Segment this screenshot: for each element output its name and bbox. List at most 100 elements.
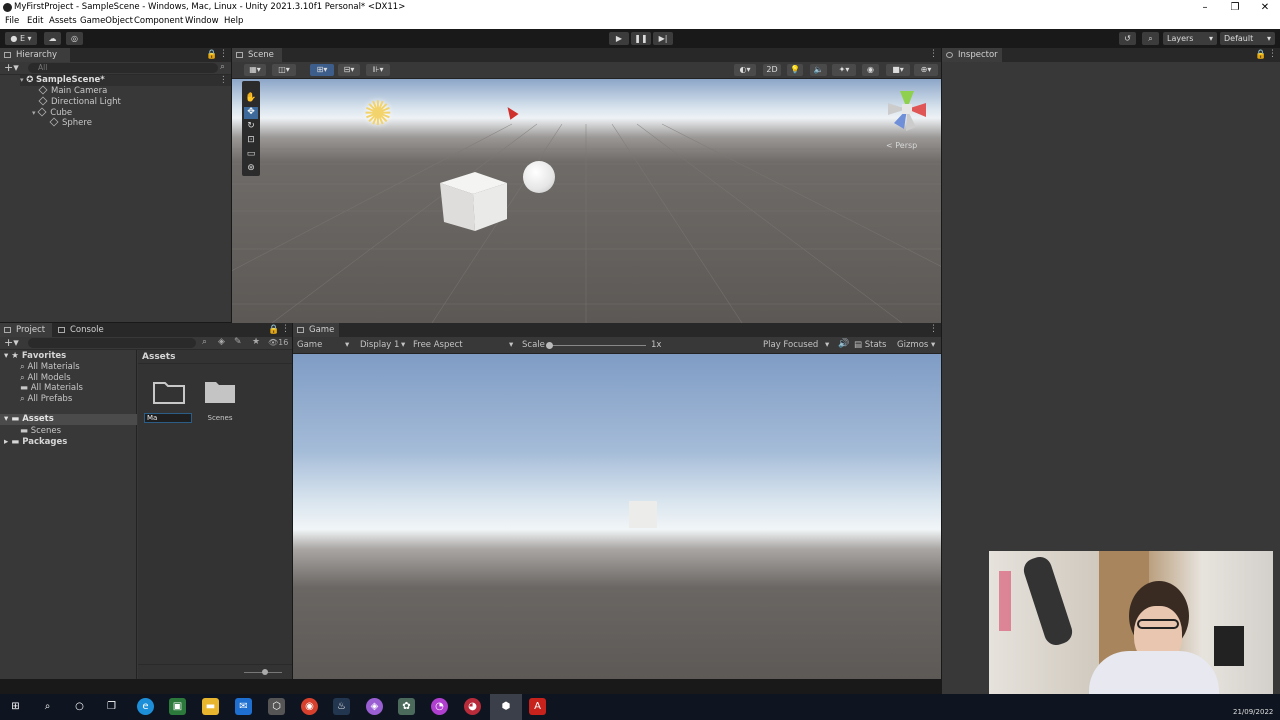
close-button[interactable]: ✕ <box>1250 0 1280 15</box>
game-viewport[interactable] <box>293 354 941 679</box>
lock-icon[interactable]: 🔒 <box>268 325 279 335</box>
new-folder-icon[interactable] <box>153 379 185 404</box>
task-view-icon[interactable]: ❐ <box>103 698 120 715</box>
tab-console[interactable]: Console <box>54 323 112 337</box>
tab-hierarchy[interactable]: Hierarchy <box>0 48 70 62</box>
kebab-menu-icon[interactable]: ⋮ <box>1268 49 1277 59</box>
maximize-button[interactable]: ❐ <box>1220 0 1250 15</box>
tab-inspector[interactable]: Inspector <box>942 48 1002 62</box>
create-button[interactable]: +▾ <box>4 337 19 349</box>
hierarchy-row-sphere[interactable]: Sphere <box>49 117 92 128</box>
kebab-menu-icon[interactable]: ⋮ <box>219 49 228 59</box>
scale-tool-icon[interactable]: ⊡ <box>244 135 258 147</box>
search-by-type-icon[interactable]: ⌕ <box>202 337 207 347</box>
menu-gameobject[interactable]: GameObject <box>80 16 133 26</box>
app-icon[interactable]: ✿ <box>398 698 415 715</box>
minimize-button[interactable]: – <box>1190 0 1220 15</box>
favorite-materials-folder[interactable]: ▬ All Materials <box>20 383 83 393</box>
layout-dropdown[interactable]: Default ▾ <box>1220 32 1275 45</box>
rotate-tool-icon[interactable]: ↻ <box>244 121 258 133</box>
file-explorer-icon[interactable]: ▬ <box>202 698 219 715</box>
favorite-all-models[interactable]: ⌕ All Models <box>20 373 71 383</box>
pause-button[interactable]: ❚❚ <box>631 32 651 45</box>
tab-scene[interactable]: Scene <box>232 48 282 62</box>
search-icon[interactable]: ⌕ <box>220 62 225 72</box>
rect-tool-icon[interactable]: ▭ <box>244 149 258 161</box>
tree-item-assets[interactable]: ▾ ▬ Assets <box>0 414 137 425</box>
hidden-packages-toggle[interactable]: 👁16 <box>268 338 288 347</box>
scale-slider[interactable] <box>549 345 646 346</box>
directional-light-gizmo-icon[interactable]: ✺ <box>357 93 399 135</box>
hierarchy-row-scene[interactable]: ▾ ✪ SampleScene* ⋮ <box>20 75 231 86</box>
store-icon[interactable]: ▣ <box>169 698 186 715</box>
tab-project[interactable]: Project <box>0 323 52 337</box>
menu-edit[interactable]: Edit <box>27 16 43 26</box>
app-icon[interactable]: ◕ <box>464 698 481 715</box>
app-icon[interactable]: ◈ <box>366 698 383 715</box>
play-button[interactable]: ▶ <box>609 32 629 45</box>
chrome-icon[interactable]: ◉ <box>301 698 318 715</box>
mail-icon[interactable]: ✉ <box>235 698 252 715</box>
play-mode-dropdown[interactable]: Play Focused ▾ <box>763 340 835 351</box>
display-dropdown[interactable]: Display 1 ▾ <box>360 340 408 351</box>
menu-window[interactable]: Window <box>185 16 219 26</box>
icon-size-slider-thumb[interactable] <box>262 669 268 675</box>
render-mode-dropdown[interactable]: ◐▾ <box>734 64 756 76</box>
account-dropdown[interactable]: ● E ▾ <box>5 32 37 45</box>
tab-game[interactable]: Game <box>293 323 339 337</box>
projection-label[interactable]: < Persp <box>886 141 917 150</box>
aspect-dropdown[interactable]: Free Aspect ▾ <box>413 340 515 351</box>
hand-tool-icon[interactable]: ✋ <box>244 93 258 105</box>
menu-help[interactable]: Help <box>224 16 243 26</box>
scenes-folder-icon[interactable] <box>204 379 236 404</box>
edge-browser-icon[interactable]: e <box>137 698 154 715</box>
favorite-all-materials[interactable]: ⌕ All Materials <box>20 362 80 372</box>
orientation-gizmo-icon[interactable] <box>882 89 932 134</box>
audio-toggle[interactable]: 🔈 <box>810 64 827 76</box>
lock-icon[interactable]: 🔒 <box>1255 50 1266 60</box>
lighting-toggle[interactable]: 💡 <box>787 64 803 76</box>
history-icon[interactable]: ↺ <box>1119 32 1136 45</box>
search-icon[interactable]: ⌕ <box>1142 32 1159 45</box>
favorite-star-icon[interactable]: ★ <box>252 337 260 347</box>
start-button-icon[interactable]: ⊞ <box>7 698 24 715</box>
tree-item-scenes[interactable]: ▬ Scenes <box>20 426 61 436</box>
increment-snap-dropdown[interactable]: ⊟▾ <box>338 64 360 76</box>
tag-icon[interactable]: ✎ <box>234 337 242 347</box>
filter-by-label-icon[interactable]: ◈ <box>218 337 225 347</box>
mute-audio-icon[interactable]: 🔊 <box>838 339 849 349</box>
draw-mode-dropdown[interactable]: ▦▾ <box>244 64 266 76</box>
hierarchy-row-directional-light[interactable]: Directional Light <box>38 96 121 107</box>
unity-hub-icon[interactable]: ⬡ <box>268 698 285 715</box>
tree-item-packages[interactable]: ▸ ▬ Packages <box>4 437 67 447</box>
sphere-object[interactable] <box>523 161 555 193</box>
hierarchy-search-input[interactable]: All <box>28 63 218 73</box>
scene-viewport[interactable]: ✋ ✥ ↻ ⊡ ▭ ⊛ ✺ < Persp <box>232 79 941 323</box>
project-search-input[interactable] <box>28 338 196 348</box>
stats-toggle[interactable]: ▤ Stats <box>854 340 886 350</box>
kebab-menu-icon[interactable]: ⋮ <box>929 49 938 59</box>
menu-file[interactable]: File <box>5 16 19 26</box>
2d-toggle[interactable]: 2D <box>763 64 781 76</box>
hierarchy-row-main-camera[interactable]: Main Camera <box>38 85 107 96</box>
unity-editor-taskbar-icon[interactable]: ⬢ <box>490 694 522 720</box>
camera-dropdown[interactable]: ■▾ <box>886 64 910 76</box>
collab-icon[interactable]: ◎ <box>66 32 83 45</box>
step-button[interactable]: ▶| <box>653 32 673 45</box>
lock-icon[interactable]: 🔒 <box>206 50 217 60</box>
kebab-menu-icon[interactable]: ⋮ <box>219 75 228 85</box>
effects-dropdown[interactable]: ✦▾ <box>832 64 856 76</box>
cloud-icon[interactable]: ☁ <box>44 32 61 45</box>
game-view-dropdown[interactable]: Game ▾ <box>297 340 352 351</box>
transform-tool-icon[interactable]: ⊛ <box>244 163 258 175</box>
acrobat-icon[interactable]: A <box>529 698 546 715</box>
align-dropdown[interactable]: ⊪▾ <box>366 64 390 76</box>
layers-dropdown[interactable]: Layers ▾ <box>1163 32 1217 45</box>
project-breadcrumb[interactable]: Assets <box>138 350 292 364</box>
shading-dropdown[interactable]: ◫▾ <box>272 64 296 76</box>
kebab-menu-icon[interactable]: ⋮ <box>281 324 290 334</box>
search-icon[interactable]: ⌕ <box>39 698 56 715</box>
move-tool-icon[interactable]: ✥ <box>244 107 258 119</box>
grid-snap-dropdown[interactable]: ⊞▾ <box>310 64 334 76</box>
add-button[interactable]: +▾ <box>4 62 19 74</box>
